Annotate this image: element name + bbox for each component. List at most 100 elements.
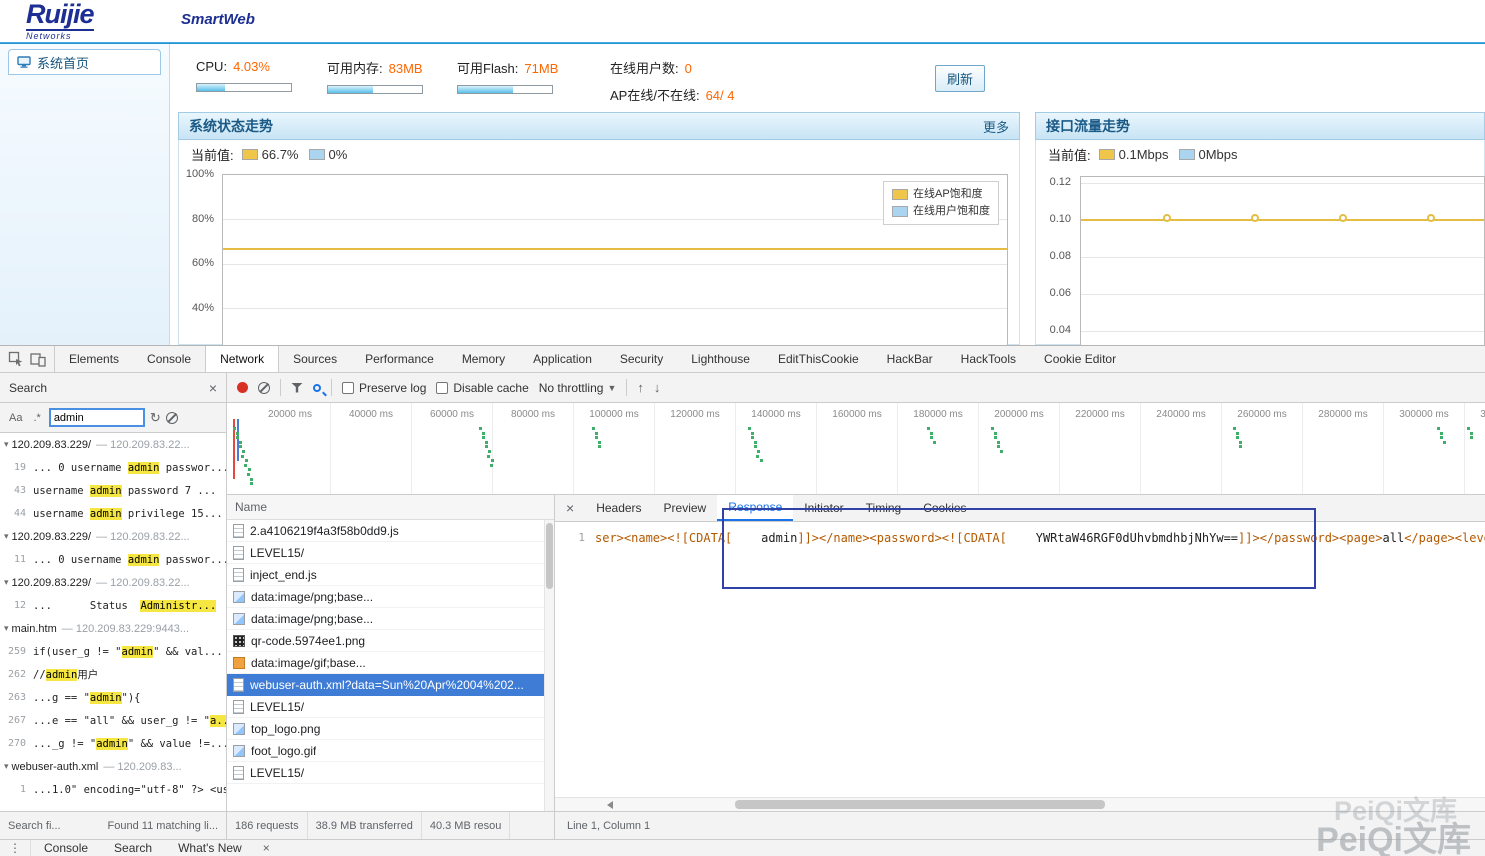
regex-toggle[interactable]: .* <box>30 411 43 425</box>
timeline-label: 200000 ms <box>994 409 1043 420</box>
inspect-element-icon[interactable] <box>8 351 24 367</box>
devtools-tab-sources[interactable]: Sources <box>279 346 351 372</box>
scrollbar-thumb[interactable] <box>735 800 1105 809</box>
detail-tab-response[interactable]: Response <box>717 495 793 521</box>
disable-cache-checkbox[interactable]: Disable cache <box>436 381 528 395</box>
doc-file-icon <box>233 766 244 780</box>
network-overview[interactable]: 20000 ms40000 ms60000 ms80000 ms100000 m… <box>227 403 1485 495</box>
network-request-row[interactable]: inject_end.js <box>227 564 554 586</box>
search-match-line[interactable]: 263...g == "admin"){ <box>0 686 226 709</box>
request-list-scrollbar[interactable] <box>544 520 554 811</box>
drawer-close-icon[interactable]: × <box>255 840 278 856</box>
search-input[interactable] <box>49 408 145 427</box>
network-request-row[interactable]: qr-code.5974ee1.png <box>227 630 554 652</box>
scrollbar-thumb[interactable] <box>546 523 553 589</box>
traffic-panel-header: 接口流量走势 <box>1035 112 1485 140</box>
devtools-tab-security[interactable]: Security <box>606 346 677 372</box>
sidebar-item-system-home[interactable]: 系统首页 <box>8 49 161 75</box>
devtools-tab-memory[interactable]: Memory <box>448 346 519 372</box>
network-request-row[interactable]: LEVEL15/ <box>227 542 554 564</box>
search-match-line[interactable]: 262//admin用户 <box>0 663 226 686</box>
network-request-row[interactable]: LEVEL15/ <box>227 762 554 784</box>
devtools-tab-hacktools[interactable]: HackTools <box>947 346 1030 372</box>
search-result-file-header[interactable]: ▾120.209.83.229/— 120.209.83.22... <box>0 525 226 548</box>
detail-tab-headers[interactable]: Headers <box>585 495 652 521</box>
network-request-row[interactable]: 2.a4106219f4a3f58b0dd9.js <box>227 520 554 542</box>
network-request-row[interactable]: data:image/gif;base... <box>227 652 554 674</box>
more-link[interactable]: 更多 <box>983 117 1009 136</box>
devtools-tab-network[interactable]: Network <box>205 346 279 372</box>
detail-tab-preview[interactable]: Preview <box>653 495 718 521</box>
device-toolbar-icon[interactable] <box>30 351 46 367</box>
search-match-line[interactable]: 44username admin privilege 15... <box>0 502 226 525</box>
throttling-dropdown[interactable]: No throttling ▼ <box>539 381 617 395</box>
search-match-line[interactable]: 12... Status Administr... <box>0 594 226 617</box>
waterfall-dot <box>592 427 595 430</box>
devtools-tab-cookie-editor[interactable]: Cookie Editor <box>1030 346 1130 372</box>
match-line-number: 267 <box>0 715 26 726</box>
current-value-text: 0.1Mbps <box>1119 147 1169 162</box>
network-request-row[interactable]: foot_logo.gif <box>227 740 554 762</box>
search-icon[interactable] <box>313 384 321 392</box>
network-request-row[interactable]: top_logo.png <box>227 718 554 740</box>
search-close-icon[interactable]: × <box>209 380 217 396</box>
search-match-line[interactable]: 11... 0 username admin passwor... <box>0 548 226 571</box>
search-clear-icon[interactable] <box>166 412 178 424</box>
network-panel: Preserve log Disable cache No throttling… <box>227 373 1485 811</box>
drawer-tab-what-s-new[interactable]: What's New <box>165 840 255 856</box>
filter-icon[interactable] <box>291 383 303 393</box>
match-case-toggle[interactable]: Aa <box>6 411 25 425</box>
waterfall-dot <box>1000 450 1003 453</box>
resources-size: 40.3 MB resou <box>422 812 511 839</box>
response-content[interactable]: 1 ser><name><![CDATA[ admin]]></name><pa… <box>555 522 1485 797</box>
search-match-line[interactable]: 267...e == "all" && user_g != "a... <box>0 709 226 732</box>
search-result-file-header[interactable]: ▾120.209.83.229/— 120.209.83.22... <box>0 433 226 456</box>
scroll-left-arrow-icon[interactable] <box>607 801 613 809</box>
devtools-tab-console[interactable]: Console <box>133 346 205 372</box>
devtools-tab-application[interactable]: Application <box>519 346 606 372</box>
network-request-row[interactable]: data:image/png;base... <box>227 608 554 630</box>
detail-tab-cookies[interactable]: Cookies <box>912 495 977 521</box>
search-match-line[interactable]: 270..._g != "admin" && value !=... <box>0 732 226 755</box>
devtools-tab-hackbar[interactable]: HackBar <box>873 346 947 372</box>
detail-tab-initiator[interactable]: Initiator <box>793 495 854 521</box>
search-result-file-header[interactable]: ▾main.htm— 120.209.83.229:9443... <box>0 617 226 640</box>
img-file-icon <box>233 745 245 757</box>
drawer-menu-icon[interactable]: ⋮ <box>0 840 31 856</box>
devtools-tab-elements[interactable]: Elements <box>55 346 133 372</box>
waterfall-dot <box>754 445 757 448</box>
network-request-row[interactable]: LEVEL15/ <box>227 696 554 718</box>
flash-label: 可用Flash: <box>457 61 518 76</box>
import-har-icon[interactable]: ↑ <box>637 380 644 395</box>
search-result-file-header[interactable]: ▾120.209.83.229/— 120.209.83.22... <box>0 571 226 594</box>
name-column-header[interactable]: Name <box>227 495 554 520</box>
detail-close-icon[interactable]: × <box>555 495 585 521</box>
search-match-line[interactable]: 43username admin password 7 ... <box>0 479 226 502</box>
search-match-line[interactable]: 259if(user_g != "admin" && val... <box>0 640 226 663</box>
waterfall-dot <box>994 432 997 435</box>
system-current-values: 66.7%0% <box>242 147 348 162</box>
record-icon[interactable] <box>237 382 248 393</box>
search-refresh-icon[interactable]: ↻ <box>150 411 161 424</box>
devtools-tab-performance[interactable]: Performance <box>351 346 448 372</box>
detail-tab-timing[interactable]: Timing <box>855 495 913 521</box>
waterfall-dot <box>233 427 236 430</box>
devtools-tab-lighthouse[interactable]: Lighthouse <box>677 346 764 372</box>
network-request-row[interactable]: webuser-auth.xml?data=Sun%20Apr%2004%202… <box>227 674 554 696</box>
preserve-log-checkbox[interactable]: Preserve log <box>342 381 426 395</box>
drawer-tab-console[interactable]: Console <box>31 840 101 856</box>
waterfall-dot <box>491 459 494 462</box>
network-request-row[interactable]: data:image/png;base... <box>227 586 554 608</box>
request-name: LEVEL15/ <box>250 766 304 780</box>
search-match-line[interactable]: 1...1.0" encoding="utf-8" ?> <us... <box>0 778 226 801</box>
memory-value: 83MB <box>389 61 423 76</box>
export-har-icon[interactable]: ↓ <box>654 380 661 395</box>
drawer-tab-search[interactable]: Search <box>101 840 165 856</box>
clear-icon[interactable] <box>258 382 270 394</box>
response-horizontal-scrollbar[interactable] <box>555 797 1485 811</box>
refresh-button[interactable]: 刷新 <box>935 65 985 92</box>
search-match-line[interactable]: 19... 0 username admin passwor... <box>0 456 226 479</box>
devtools-tab-editthiscookie[interactable]: EditThisCookie <box>764 346 873 372</box>
drawer-tabs: ConsoleSearchWhat's New <box>31 840 255 856</box>
search-result-file-header[interactable]: ▾webuser-auth.xml— 120.209.83... <box>0 755 226 778</box>
